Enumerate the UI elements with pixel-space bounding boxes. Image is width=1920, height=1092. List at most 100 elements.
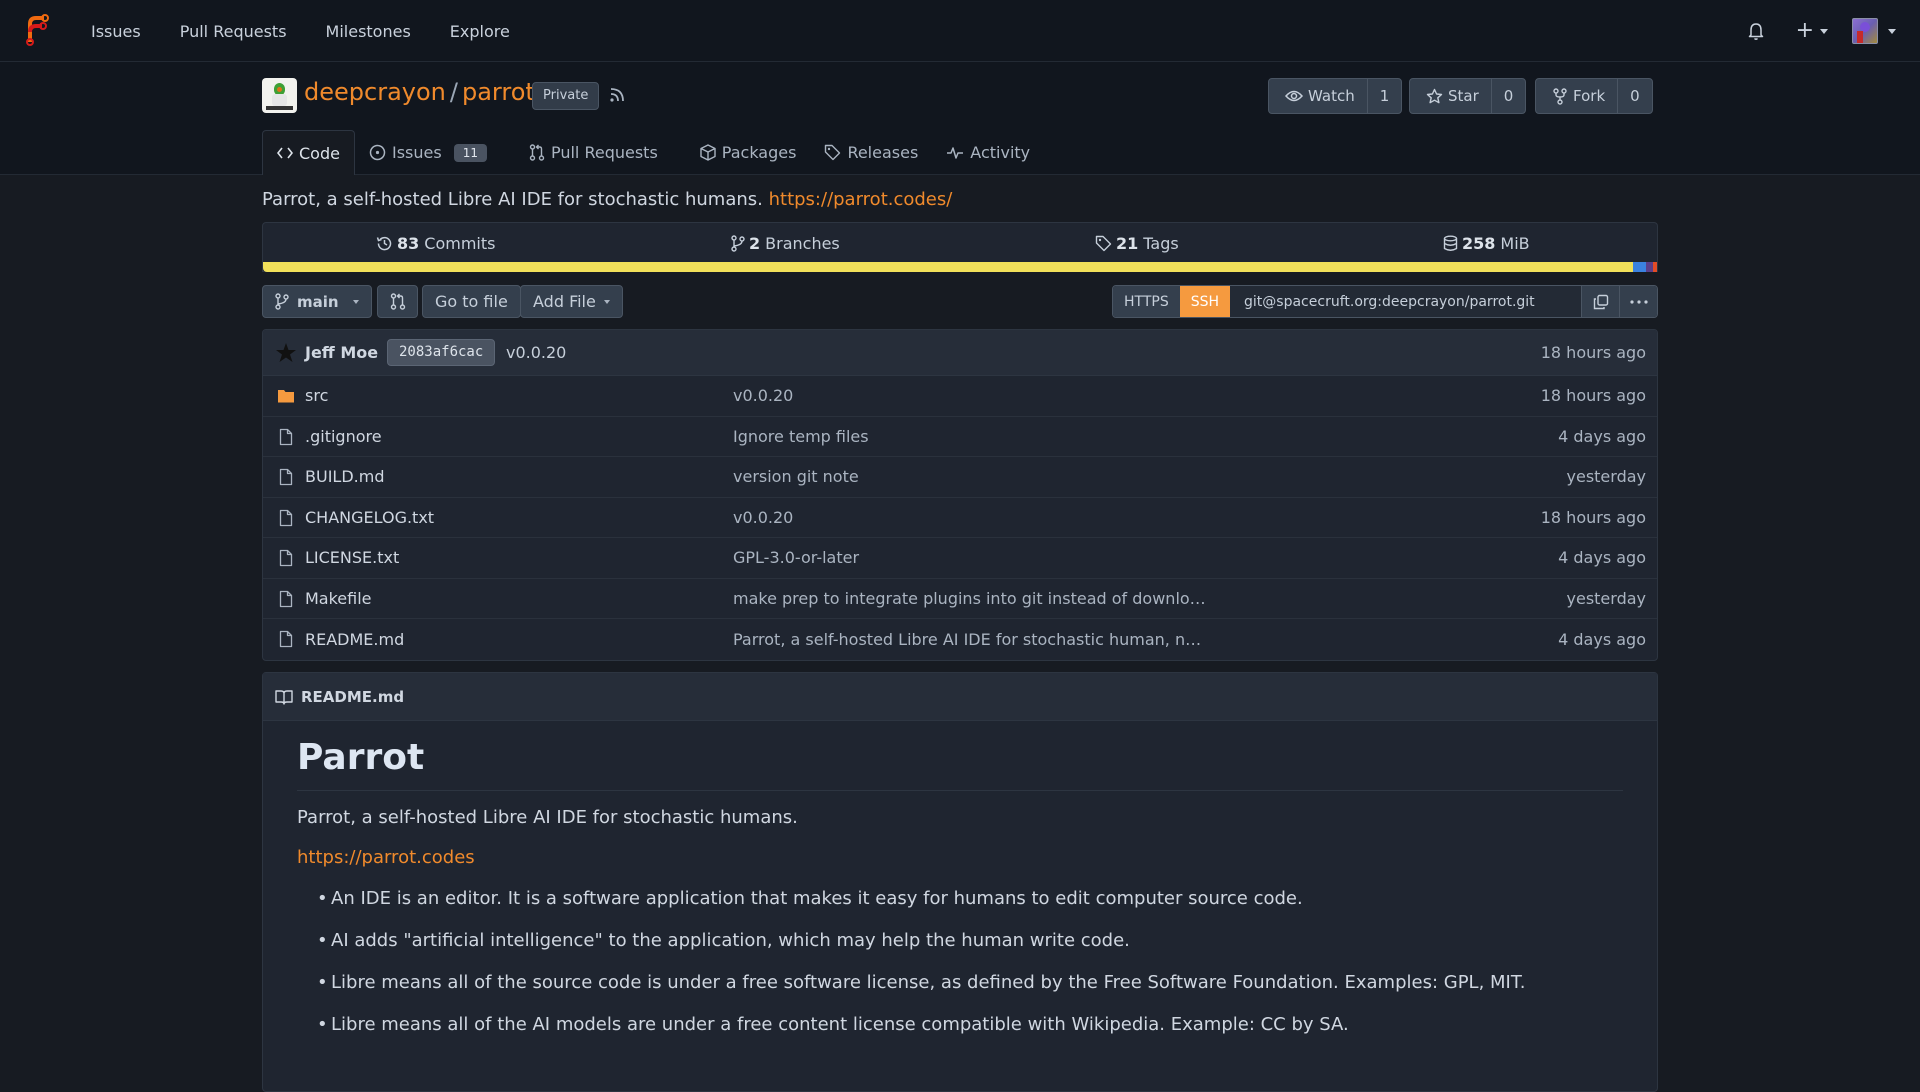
file-commit-message[interactable]: Parrot, a self-hosted Libre AI IDE for s… — [733, 630, 1201, 649]
tab-issues[interactable]: Issues 11 — [355, 130, 501, 175]
nav-pull-requests[interactable]: Pull Requests — [180, 22, 287, 41]
copy-icon — [1593, 294, 1608, 309]
database-icon — [1443, 235, 1458, 251]
file-icon — [279, 468, 293, 486]
tab-activity[interactable]: Activity — [932, 130, 1044, 175]
file-list: Jeff Moe 2083af6cac v0.0.20 18 hours ago… — [262, 329, 1658, 661]
language-segment[interactable] — [1645, 262, 1653, 272]
file-name-link[interactable]: src — [305, 386, 328, 405]
chevron-down-icon — [1888, 28, 1896, 34]
copy-url-button[interactable] — [1581, 286, 1619, 317]
language-segment[interactable] — [1652, 262, 1657, 272]
tab-packages[interactable]: Packages — [686, 130, 811, 175]
repo-stats-bar: 83 Commits 2 Branches 21 Tags 258 MiB — [262, 222, 1658, 272]
readme-intro: Parrot, a self-hosted Libre AI IDE for s… — [297, 807, 798, 828]
plus-icon: + — [1795, 18, 1814, 43]
tags-link[interactable]: 21 Tags — [1095, 223, 1179, 263]
nav-milestones[interactable]: Milestones — [326, 22, 411, 41]
issues-count-badge: 11 — [453, 143, 487, 162]
watch-count[interactable]: 1 — [1368, 79, 1402, 113]
star-count[interactable]: 0 — [1492, 79, 1526, 113]
tab-packages-label: Packages — [721, 143, 797, 162]
readme-bullet: AI adds "artificial intelligence" to the… — [317, 930, 1623, 952]
fork-button[interactable]: Fork 0 — [1535, 78, 1653, 114]
repo-avatar — [262, 78, 297, 113]
branch-selector[interactable]: main — [262, 285, 372, 318]
language-segment[interactable] — [1633, 262, 1646, 272]
commit-sha[interactable]: 2083af6cac — [387, 339, 496, 366]
file-name-link[interactable]: BUILD.md — [305, 467, 384, 486]
file-commit-time: 4 days ago — [1558, 629, 1646, 649]
file-commit-message[interactable]: GPL-3.0-or-later — [733, 548, 859, 567]
commits-count: 83 — [397, 233, 420, 253]
file-commit-message[interactable]: Ignore temp files — [733, 427, 869, 446]
go-to-file-button[interactable]: Go to file — [422, 285, 521, 318]
watch-button[interactable]: Watch 1 — [1268, 78, 1403, 114]
file-row: .gitignore Ignore temp files 4 days ago — [263, 417, 1657, 457]
file-commit-message[interactable]: v0.0.20 — [733, 386, 793, 405]
tab-pull-requests-label: Pull Requests — [550, 143, 658, 162]
eye-icon — [1285, 90, 1303, 102]
commit-time: 18 hours ago — [1540, 343, 1646, 362]
commit-message[interactable]: v0.0.20 — [506, 343, 566, 362]
file-commit-time: yesterday — [1566, 467, 1647, 487]
description-text: Parrot, a self-hosted Libre AI IDE for s… — [262, 189, 763, 210]
star-icon — [1426, 88, 1443, 103]
language-bar[interactable] — [263, 262, 1657, 272]
branch-name: main — [297, 292, 339, 311]
readme-filename: README.md — [301, 687, 405, 706]
readme-website-link[interactable]: https://parrot.codes — [297, 847, 1623, 868]
readme-title: Parrot — [297, 737, 1623, 791]
repo-name-link[interactable]: parrot — [462, 78, 535, 106]
branches-label: Branches — [765, 233, 840, 253]
site-logo[interactable] — [24, 12, 50, 46]
create-menu[interactable]: + — [1796, 20, 1828, 42]
commit-author-avatar[interactable] — [275, 342, 297, 364]
repo-website-link[interactable]: https://parrot.codes/ — [769, 189, 953, 210]
repo-owner-link[interactable]: deepcrayon — [304, 78, 446, 106]
add-file-button[interactable]: Add File — [520, 285, 623, 318]
file-commit-time: 4 days ago — [1558, 548, 1646, 568]
tags-count: 21 — [1116, 233, 1139, 253]
latest-commit-row: Jeff Moe 2083af6cac v0.0.20 18 hours ago — [263, 330, 1657, 376]
user-menu[interactable] — [1828, 18, 1896, 44]
size-count: 258 — [1462, 233, 1496, 253]
tab-pull-requests[interactable]: Pull Requests — [515, 130, 672, 175]
issue-icon — [369, 144, 386, 161]
repo-tabs: Code Issues 11 Pull Requests Packages Re… — [262, 130, 1044, 175]
file-name-link[interactable]: Makefile — [305, 589, 372, 608]
nav-explore[interactable]: Explore — [450, 22, 510, 41]
commit-author[interactable]: Jeff Moe — [305, 343, 378, 362]
chevron-down-icon — [1820, 28, 1828, 34]
fork-count[interactable]: 0 — [1618, 79, 1652, 113]
file-commit-message[interactable]: make prep to integrate plugins into git … — [733, 589, 1206, 608]
file-name-link[interactable]: .gitignore — [305, 427, 382, 446]
file-name-link[interactable]: LICENSE.txt — [305, 548, 399, 567]
book-icon — [275, 689, 293, 705]
rss-icon[interactable] — [608, 86, 626, 104]
file-commit-message[interactable]: v0.0.20 — [733, 508, 793, 527]
branches-count: 2 — [749, 233, 761, 253]
readme-header: README.md — [263, 673, 1657, 721]
commits-link[interactable]: 83 Commits — [376, 223, 495, 263]
tab-code[interactable]: Code — [262, 130, 355, 175]
language-segment[interactable] — [263, 262, 1634, 272]
top-navbar: Issues Pull Requests Milestones Explore … — [0, 0, 1920, 62]
file-name-link[interactable]: CHANGELOG.txt — [305, 508, 434, 527]
pull-request-icon — [529, 144, 545, 161]
file-commit-message[interactable]: version git note — [733, 467, 859, 486]
star-button[interactable]: Star 0 — [1409, 78, 1527, 114]
clone-url-input[interactable]: git@spacecruft.org:deepcrayon/parrot.git — [1230, 286, 1581, 317]
more-options-button[interactable] — [1619, 286, 1657, 317]
https-toggle[interactable]: HTTPS — [1113, 286, 1180, 317]
nav-issues[interactable]: Issues — [91, 22, 141, 41]
compare-button[interactable] — [377, 285, 418, 318]
bell-icon[interactable] — [1746, 21, 1766, 41]
ssh-toggle[interactable]: SSH — [1179, 286, 1231, 317]
chevron-down-icon — [603, 299, 610, 304]
file-name-link[interactable]: README.md — [305, 630, 404, 649]
folder-icon — [278, 390, 294, 403]
tab-releases[interactable]: Releases — [810, 130, 932, 175]
code-icon — [277, 147, 293, 159]
branches-link[interactable]: 2 Branches — [731, 223, 840, 263]
